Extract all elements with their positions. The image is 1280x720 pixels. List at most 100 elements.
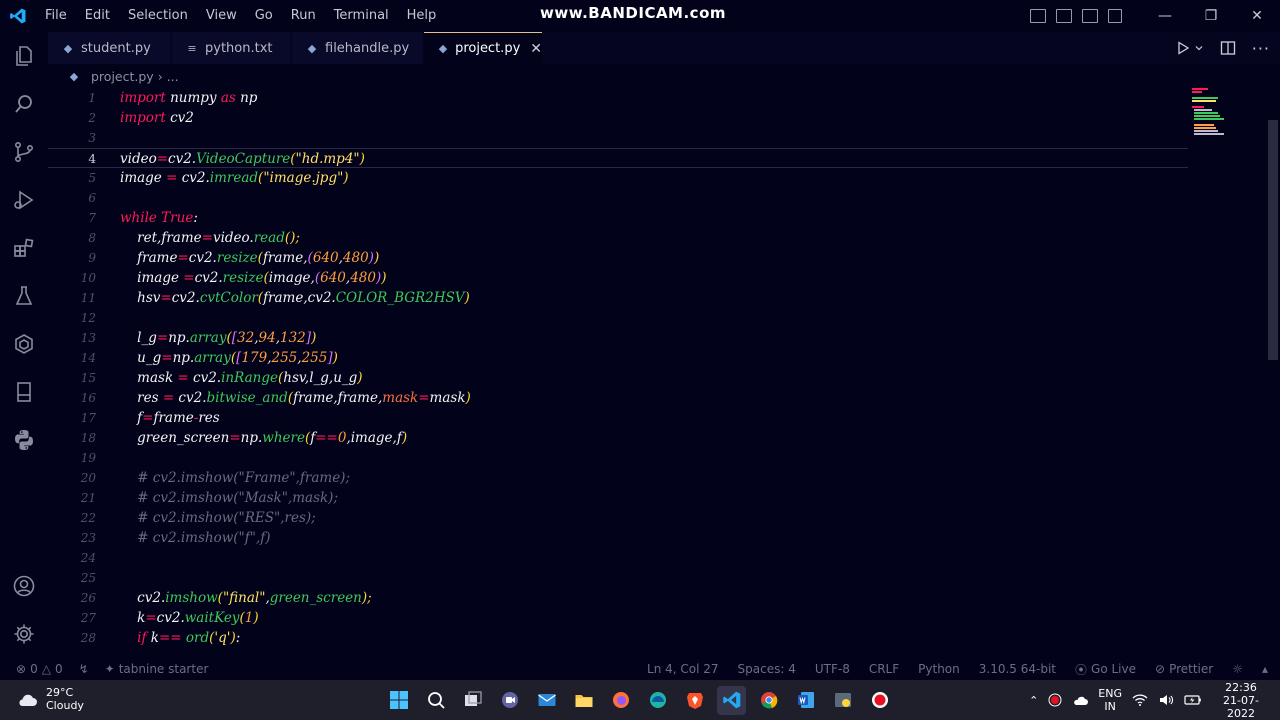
line-number: 4 <box>88 152 96 166</box>
code-line: 16 res = cv2.bitwise_and(frame,frame,mas… <box>48 388 1188 408</box>
brave-icon[interactable] <box>680 686 709 715</box>
code-line-current: 4 video=cv2.VideoCapture("hd.mp4") <box>48 148 1188 168</box>
encoding[interactable]: UTF-8 <box>815 662 850 676</box>
broadcast-icon: ⦿ <box>1075 662 1088 677</box>
chrome-icon[interactable] <box>754 686 783 715</box>
prettier-icon: ⊘ <box>1155 662 1166 676</box>
menu-view[interactable]: View <box>197 0 246 32</box>
language-mode[interactable]: Python <box>918 662 960 676</box>
python-file-icon: ◆ <box>438 42 448 55</box>
customize-layout-icon[interactable] <box>1108 9 1122 23</box>
menu-terminal[interactable]: Terminal <box>325 0 398 32</box>
indentation[interactable]: Spaces: 4 <box>738 662 796 676</box>
battery-charging-icon[interactable] <box>1184 694 1202 706</box>
line-number: 11 <box>80 291 96 305</box>
bandicam-record-icon[interactable] <box>865 686 894 715</box>
code-line: 2 import cv2 <box>48 108 1188 128</box>
notifications-icon[interactable]: ▴ <box>1262 662 1268 676</box>
accounts-icon[interactable] <box>0 562 48 610</box>
cursor-position[interactable]: Ln 4, Col 27 <box>647 662 719 676</box>
minimize-button[interactable]: — <box>1142 0 1188 32</box>
menu-go[interactable]: Go <box>246 0 282 32</box>
live-share-icon[interactable]: ↯ <box>79 662 89 676</box>
menu-edit[interactable]: Edit <box>76 0 119 32</box>
python-icon[interactable] <box>0 416 48 464</box>
tab-filehandle-py[interactable]: ◆ filehandle.py <box>292 32 422 64</box>
prettier-status[interactable]: ⊘ Prettier <box>1155 662 1213 676</box>
code-line: 5 image = cv2.imread("image.jpg") <box>48 168 1188 188</box>
tab-project-py[interactable]: ◆ project.py ✕ <box>424 32 542 64</box>
menu-selection[interactable]: Selection <box>119 0 197 32</box>
scrollbar-thumb[interactable] <box>1268 120 1278 360</box>
python-file-icon: ◆ <box>307 41 317 55</box>
task-view-icon[interactable] <box>458 686 487 715</box>
code-editor[interactable]: 1 import numpy as np 2 import cv2 3 4 video… <box>48 88 1268 660</box>
run-python-file-button[interactable] <box>1176 41 1204 55</box>
weather-condition: Cloudy <box>46 699 84 712</box>
tab-label: python.txt <box>205 40 273 56</box>
clock[interactable]: 22:36 21-07-2022 <box>1212 681 1270 720</box>
activity-bar <box>0 32 48 660</box>
problems-indicator[interactable]: ⊗ 0 △ 0 <box>16 662 63 676</box>
python-interpreter[interactable]: 3.10.5 64-bit <box>979 662 1056 676</box>
code-comment: # cv2.imshow("Frame",frame); <box>120 470 351 486</box>
warning-count: 0 <box>54 662 63 676</box>
search-icon[interactable] <box>0 80 48 128</box>
menu-file[interactable]: File <box>36 0 76 32</box>
onedrive-cloud-icon[interactable] <box>1072 694 1089 706</box>
toggle-panel-icon[interactable] <box>1056 9 1072 23</box>
extensions-icon[interactable] <box>0 224 48 272</box>
more-actions-icon[interactable]: ··· <box>1252 39 1270 58</box>
notebook-icon[interactable] <box>0 368 48 416</box>
go-live-button[interactable]: ⦿ Go Live <box>1075 661 1136 678</box>
source-control-icon[interactable] <box>0 128 48 176</box>
run-debug-icon[interactable] <box>0 176 48 224</box>
start-windows-icon[interactable] <box>384 686 413 715</box>
teams-chat-icon[interactable] <box>495 686 524 715</box>
edge-icon[interactable] <box>643 686 672 715</box>
word-icon[interactable] <box>791 686 820 715</box>
tab-student-py[interactable]: ◆ student.py <box>48 32 170 64</box>
python-idle-icon[interactable] <box>828 686 857 715</box>
code-line: 28 if k== ord('q'): <box>48 628 1188 648</box>
restore-button[interactable]: ❐ <box>1188 0 1234 32</box>
split-editor-icon[interactable] <box>1220 40 1236 56</box>
code-line: 18 green_screen=np.where(f==0,image,f) <box>48 428 1188 448</box>
remote-explorer-icon[interactable] <box>0 320 48 368</box>
firefox-icon[interactable] <box>606 686 635 715</box>
vscode-taskbar-icon[interactable] <box>717 685 746 715</box>
toggle-sidebar-icon[interactable] <box>1030 9 1046 23</box>
vertical-scrollbar[interactable] <box>1266 88 1280 660</box>
record-indicator-icon[interactable] <box>1048 693 1062 707</box>
mail-icon[interactable] <box>532 686 561 715</box>
menu-help[interactable]: Help <box>398 0 446 32</box>
code-line: 15 mask = cv2.inRange(hsv,l_g,u_g) <box>48 368 1188 388</box>
system-tray: ⌃ ENG IN 22:36 21-07-2022 <box>1029 680 1270 720</box>
weather-widget[interactable]: 29°C Cloudy <box>16 686 84 712</box>
explorer-icon[interactable] <box>0 32 48 80</box>
error-icon: ⊗ <box>16 662 27 676</box>
code-line: 13 l_g=np.array([32,94,132]) <box>48 328 1188 348</box>
tab-python-txt[interactable]: ≡ python.txt <box>172 32 290 64</box>
feedback-icon[interactable]: ☼ <box>1232 662 1243 676</box>
close-tab-icon[interactable]: ✕ <box>530 41 542 57</box>
taskbar-search-icon[interactable] <box>421 686 450 715</box>
input-language[interactable]: ENG IN <box>1098 687 1122 713</box>
code-text: k=cv2.waitKey(1) <box>120 610 259 626</box>
breadcrumb-more[interactable]: ... <box>167 69 179 84</box>
minimap[interactable] <box>1188 88 1248 138</box>
toggle-secondary-sidebar-icon[interactable] <box>1082 9 1098 23</box>
volume-icon[interactable] <box>1158 693 1174 707</box>
code-line: 12 <box>48 308 1188 328</box>
menu-run[interactable]: Run <box>282 0 325 32</box>
end-of-line[interactable]: CRLF <box>869 662 899 676</box>
wifi-icon[interactable] <box>1132 693 1148 707</box>
close-window-button[interactable]: ✕ <box>1234 0 1280 32</box>
file-explorer-icon[interactable] <box>569 686 598 715</box>
testing-icon[interactable] <box>0 272 48 320</box>
settings-gear-icon[interactable] <box>0 610 48 658</box>
breadcrumb-file[interactable]: project.py <box>91 69 154 84</box>
tabnine-status[interactable]: ✦ tabnine starter <box>105 662 209 676</box>
show-hidden-icons-chevron-up-icon[interactable]: ⌃ <box>1029 694 1038 707</box>
status-right: Ln 4, Col 27 Spaces: 4 UTF-8 CRLF Python… <box>647 661 1268 678</box>
